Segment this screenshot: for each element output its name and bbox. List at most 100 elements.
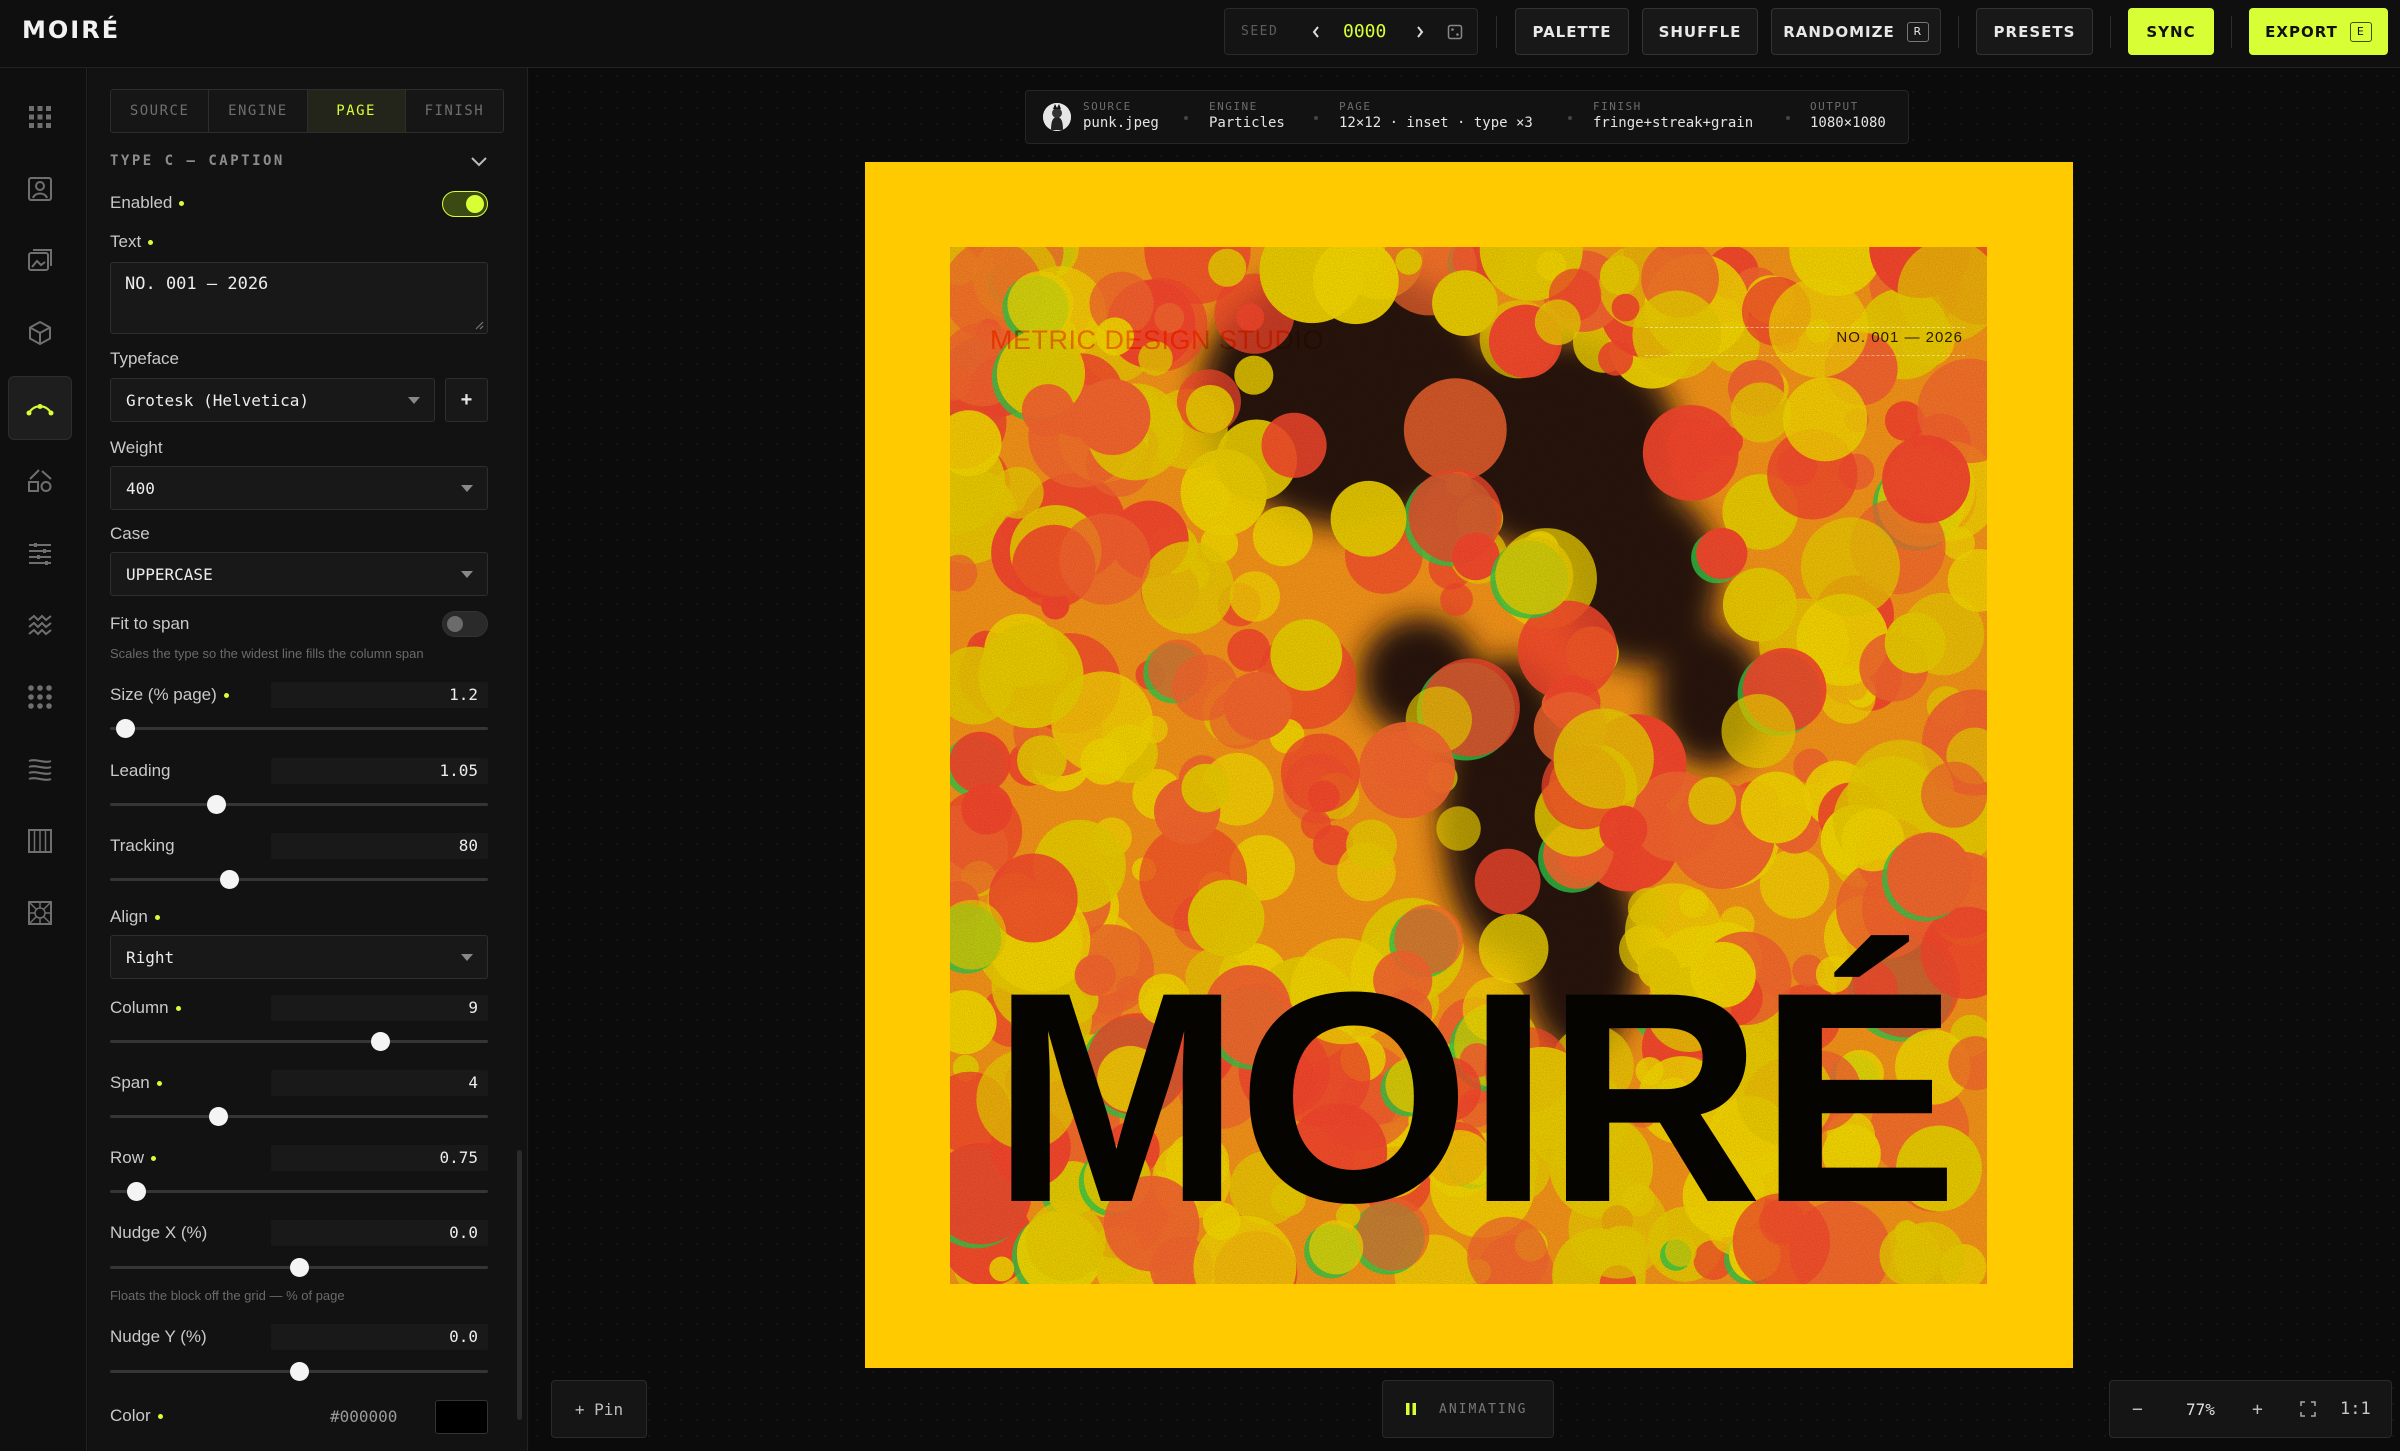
slider-thumb[interactable] xyxy=(371,1032,391,1051)
rail-page[interactable] xyxy=(8,376,72,440)
tab-page[interactable]: PAGE xyxy=(307,90,406,132)
slider-thumb[interactable] xyxy=(208,1107,228,1126)
slider-thumb[interactable] xyxy=(127,1182,147,1201)
rail-image[interactable] xyxy=(8,157,72,221)
crumb-value: Particles xyxy=(1209,115,1285,131)
span-slider[interactable] xyxy=(110,1107,488,1126)
divider xyxy=(1958,16,1959,48)
divider xyxy=(2231,16,2232,48)
poster-artwork[interactable]: METRIC DESIGN STUDIO NO. 001 — 2026 MOIR… xyxy=(950,247,1987,1284)
sliders-icon xyxy=(29,543,51,565)
fit-toggle[interactable] xyxy=(442,611,488,637)
seed-prev-button[interactable] xyxy=(1305,21,1327,43)
caption-text-input[interactable]: NO. 001 — 2026 xyxy=(110,262,488,334)
column-label: Column xyxy=(110,998,181,1018)
presets-button[interactable]: PRESETS xyxy=(1976,8,2093,55)
crumb-engine[interactable]: ENGINE Particles xyxy=(1209,100,1285,131)
size-input[interactable]: 1.2 xyxy=(271,682,488,708)
rail-3d[interactable] xyxy=(8,301,72,365)
leading-input[interactable]: 1.05 xyxy=(271,758,488,784)
rail-lines[interactable] xyxy=(8,737,72,801)
leading-slider[interactable] xyxy=(110,795,488,814)
tracking-slider[interactable] xyxy=(110,870,488,889)
span-input[interactable]: 4 xyxy=(271,1070,488,1096)
rail-dots[interactable] xyxy=(8,665,72,729)
pin-label: + Pin xyxy=(574,1399,624,1419)
zoom-in-button[interactable]: + xyxy=(2252,1399,2263,1420)
add-typeface-button[interactable]: + xyxy=(445,378,488,422)
size-slider[interactable] xyxy=(110,719,488,738)
seed-value[interactable]: 0000 xyxy=(1343,21,1386,42)
seed-dice-button[interactable] xyxy=(1445,22,1465,42)
slider-thumb[interactable] xyxy=(290,1258,309,1277)
cube-icon xyxy=(29,321,51,345)
chevron-left-icon xyxy=(1312,26,1319,38)
seed-label: SEED xyxy=(1241,24,1279,39)
nudge-y-slider[interactable] xyxy=(110,1362,488,1381)
nudge-x-slider[interactable] xyxy=(110,1258,488,1277)
column-slider[interactable] xyxy=(110,1032,488,1051)
enabled-label-text: Enabled xyxy=(110,193,173,212)
slider-thumb[interactable] xyxy=(220,870,240,889)
row-slider[interactable] xyxy=(110,1182,488,1201)
section-header[interactable]: TYPE C — CAPTION xyxy=(110,152,488,176)
rail-columns[interactable] xyxy=(8,809,72,873)
pin-button[interactable]: + Pin xyxy=(551,1380,647,1438)
zoom-out-button[interactable]: − xyxy=(2132,1399,2143,1420)
rail-waves[interactable] xyxy=(8,593,72,657)
case-select[interactable]: UPPERCASE xyxy=(110,552,488,596)
modified-dot xyxy=(148,240,154,246)
rail-shapes[interactable] xyxy=(8,449,72,513)
crumb-page[interactable]: PAGE 12×12 · inset · type ×3 xyxy=(1339,100,1533,131)
chevron-down-icon xyxy=(471,157,487,167)
shuffle-button[interactable]: SHUFFLE xyxy=(1642,8,1758,55)
sync-button[interactable]: SYNC xyxy=(2128,8,2214,55)
typeface-select[interactable]: Grotesk (Helvetica) xyxy=(110,378,435,422)
fit-screen-button[interactable] xyxy=(2300,1401,2316,1421)
curve-tool-icon xyxy=(26,404,54,416)
slider-thumb[interactable] xyxy=(206,795,226,814)
sync-label: SYNC xyxy=(2146,22,2196,41)
modified-dot xyxy=(223,693,229,699)
plus-icon: + xyxy=(460,388,473,411)
tab-finish[interactable]: FINISH xyxy=(405,90,503,132)
rail-layers[interactable] xyxy=(8,229,72,293)
randomize-button[interactable]: RANDOMIZE R xyxy=(1771,8,1941,55)
tab-engine[interactable]: ENGINE xyxy=(209,90,308,132)
export-button[interactable]: EXPORT E xyxy=(2249,8,2388,55)
panel-scrollbar[interactable] xyxy=(517,1150,522,1420)
nudge-y-input[interactable]: 0.0 xyxy=(271,1324,488,1350)
modified-dot xyxy=(154,915,160,921)
zoom-level: 77% xyxy=(2186,1399,2215,1419)
resize-handle-icon[interactable] xyxy=(474,320,484,330)
rail-adjust[interactable] xyxy=(8,521,72,585)
color-label: Color xyxy=(110,1406,163,1426)
align-label-text: Align xyxy=(110,907,148,926)
weight-value: 400 xyxy=(126,478,155,498)
palette-button[interactable]: PALETTE xyxy=(1515,8,1629,55)
color-swatch[interactable] xyxy=(435,1400,488,1434)
column-label-text: Column xyxy=(110,998,169,1017)
slider-thumb[interactable] xyxy=(290,1362,309,1381)
row-input[interactable]: 0.75 xyxy=(271,1145,488,1171)
tracking-input[interactable]: 80 xyxy=(271,833,488,859)
crumb-output[interactable]: OUTPUT 1080×1080 xyxy=(1810,100,1886,131)
nudge-x-input[interactable]: 0.0 xyxy=(271,1220,488,1246)
slider-thumb[interactable] xyxy=(116,719,136,738)
rail-pattern[interactable] xyxy=(8,881,72,945)
text-label: Text xyxy=(110,232,154,252)
crumb-source[interactable]: SOURCE punk.jpeg xyxy=(1083,100,1159,131)
actual-size-button[interactable]: 1:1 xyxy=(2340,1399,2371,1419)
crumb-finish[interactable]: FINISH fringe+streak+grain xyxy=(1593,100,1753,131)
seed-next-button[interactable] xyxy=(1409,21,1431,43)
column-input[interactable]: 9 xyxy=(271,995,488,1021)
panel-tabs: SOURCE ENGINE PAGE FINISH xyxy=(110,89,504,133)
animation-toggle[interactable]: ANIMATING xyxy=(1382,1380,1554,1438)
color-hex-value[interactable]: #000000 xyxy=(330,1407,397,1426)
poster-preview[interactable]: METRIC DESIGN STUDIO NO. 001 — 2026 MOIR… xyxy=(865,162,2073,1368)
weight-select[interactable]: 400 xyxy=(110,466,488,510)
enabled-toggle[interactable] xyxy=(442,191,488,217)
rail-grid[interactable] xyxy=(8,85,72,149)
tab-source[interactable]: SOURCE xyxy=(111,90,210,132)
align-select[interactable]: Right xyxy=(110,935,488,979)
